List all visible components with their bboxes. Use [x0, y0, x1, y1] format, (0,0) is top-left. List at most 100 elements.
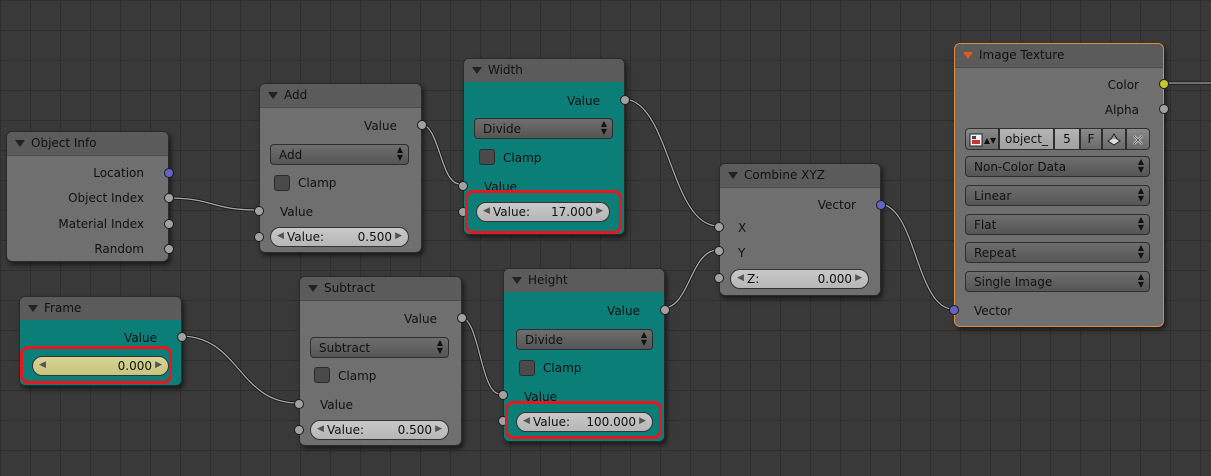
node-header[interactable]: Width — [464, 59, 624, 83]
decrement-arrow-icon[interactable]: ◀ — [317, 424, 324, 434]
input-value-label: Value — [320, 398, 353, 412]
clamp-label: Clamp — [338, 369, 377, 383]
operation-dropdown[interactable]: Subtract ▲ ▼ — [310, 337, 449, 358]
interpolation-dropdown[interactable]: Linear ▲ ▼ — [965, 185, 1150, 206]
output-socket-color[interactable] — [1159, 79, 1169, 89]
link-width-x — [622, 97, 719, 228]
link-frame-subtract — [179, 334, 299, 405]
extension-value: Repeat — [974, 246, 1017, 260]
output-socket-location[interactable] — [164, 168, 174, 178]
clamp-checkbox[interactable] — [519, 360, 535, 376]
dropdown-arrows-icon: ▲ ▼ — [396, 145, 403, 162]
output-socket-object-index[interactable] — [164, 193, 174, 203]
source-dropdown[interactable]: Single Image ▲ ▼ — [965, 271, 1150, 292]
clamp-checkbox[interactable] — [274, 175, 290, 191]
output-socket-vector[interactable] — [876, 200, 886, 210]
node-title: Image Texture — [979, 48, 1065, 62]
color-space-value: Non-Color Data — [974, 160, 1067, 174]
image-texture-node[interactable]: Image Texture Color Alpha ▲▼ object_ 5 F — [949, 43, 1169, 327]
output-socket-value[interactable] — [177, 332, 187, 342]
subtract-value-field[interactable]: ◀ Value: 0.500 ▶ — [310, 420, 449, 440]
output-random-label: Random — [94, 242, 144, 256]
add-node[interactable]: Add Value Add ▲ ▼ Clamp Value ◀ Value: 0.… — [254, 83, 427, 253]
node-title: Frame — [44, 301, 82, 315]
input-socket-value-1[interactable] — [498, 390, 508, 400]
add-value-field[interactable]: ◀ Value: 0.500 ▶ — [270, 227, 409, 247]
input-socket-y[interactable] — [714, 246, 724, 256]
collapse-arrow-icon[interactable] — [512, 277, 522, 284]
clamp-checkbox[interactable] — [314, 367, 330, 383]
object-info-node[interactable]: Object Info Location Object Index Materi… — [6, 131, 174, 262]
operation-value: Divide — [483, 122, 522, 136]
decrement-arrow-icon[interactable]: ◀ — [737, 273, 744, 283]
node-header[interactable]: Combine XYZ — [720, 164, 880, 188]
projection-dropdown[interactable]: Flat ▲ ▼ — [965, 214, 1150, 235]
operation-dropdown[interactable]: Divide ▲ ▼ — [474, 118, 613, 139]
operation-dropdown[interactable]: Add ▲ ▼ — [270, 144, 409, 165]
collapse-arrow-icon[interactable] — [472, 67, 482, 74]
link-objectindex-add — [166, 196, 259, 212]
node-title: Subtract — [324, 281, 376, 295]
collapse-arrow-icon[interactable] — [268, 92, 278, 99]
frame-value-highlight — [20, 346, 172, 384]
image-icon — [969, 133, 983, 146]
output-socket-value[interactable] — [457, 313, 467, 323]
color-space-dropdown[interactable]: Non-Color Data ▲ ▼ — [965, 156, 1150, 177]
operation-value: Add — [279, 148, 303, 162]
increment-arrow-icon[interactable]: ▶ — [395, 231, 402, 241]
input-socket-value-1[interactable] — [458, 181, 468, 191]
collapse-arrow-icon[interactable] — [728, 172, 738, 179]
combine-xyz-node[interactable]: Combine XYZ Vector X Y ◀ Z: 0.000 ▶ — [714, 163, 886, 296]
node-header[interactable]: Image Texture — [955, 44, 1163, 68]
node-header[interactable]: Add — [260, 84, 421, 108]
image-name-field[interactable]: object_ — [999, 128, 1054, 150]
extension-dropdown[interactable]: Repeat ▲ ▼ — [965, 242, 1150, 263]
input-socket-value-2[interactable] — [294, 425, 304, 435]
dropdown-arrows-icon: ▲ ▼ — [1137, 157, 1144, 174]
image-browse-button[interactable]: ▲▼ — [965, 128, 999, 150]
output-color-label: Color — [1107, 78, 1139, 92]
collapse-arrow-icon[interactable] — [963, 52, 973, 59]
input-socket-vector[interactable] — [949, 305, 959, 315]
operation-dropdown[interactable]: Divide ▲ ▼ — [516, 329, 653, 350]
increment-arrow-icon[interactable]: ▶ — [435, 424, 442, 434]
image-users-count[interactable]: 5 — [1054, 128, 1080, 150]
input-socket-z[interactable] — [714, 273, 724, 283]
close-icon — [1133, 134, 1143, 145]
node-title: Add — [284, 88, 308, 102]
subtract-node[interactable]: Subtract Value Subtract ▲ ▼ Clamp Value ◀… — [294, 276, 467, 446]
output-alpha-label: Alpha — [1104, 103, 1139, 117]
output-location-label: Location — [93, 166, 144, 180]
decrement-arrow-icon[interactable]: ◀ — [277, 231, 284, 241]
input-socket-value-1[interactable] — [294, 399, 304, 409]
increment-arrow-icon[interactable]: ▶ — [855, 273, 862, 283]
fake-user-button[interactable]: F — [1080, 128, 1102, 150]
node-header[interactable]: Height — [504, 269, 664, 293]
input-socket-value-1[interactable] — [254, 206, 264, 216]
output-socket-value[interactable] — [620, 95, 630, 105]
output-socket-value[interactable] — [417, 120, 427, 130]
collapse-arrow-icon[interactable] — [28, 305, 38, 312]
clamp-checkbox[interactable] — [479, 149, 495, 165]
output-socket-alpha[interactable] — [1159, 104, 1169, 114]
unlink-image-button[interactable] — [1126, 128, 1150, 150]
input-socket-value-2[interactable] — [254, 232, 264, 242]
output-socket-value[interactable] — [660, 305, 670, 315]
collapse-arrow-icon[interactable] — [308, 285, 318, 292]
node-header[interactable]: Subtract — [300, 277, 461, 301]
clamp-label: Clamp — [503, 151, 542, 165]
output-socket-material-index[interactable] — [164, 219, 174, 229]
z-value-field[interactable]: ◀ Z: 0.000 ▶ — [730, 269, 869, 289]
node-header[interactable]: Object Info — [7, 132, 168, 156]
collapse-arrow-icon[interactable] — [15, 140, 25, 147]
field-label: Value: — [327, 423, 364, 437]
node-header[interactable]: Frame — [20, 297, 181, 321]
input-socket-x[interactable] — [714, 222, 724, 232]
clamp-label: Clamp — [543, 361, 582, 375]
output-socket-random[interactable] — [164, 244, 174, 254]
interpolation-value: Linear — [974, 189, 1012, 203]
output-object-index-label: Object Index — [68, 191, 144, 205]
image-selector[interactable]: ▲▼ object_ 5 F — [965, 128, 1150, 150]
width-value-highlight — [465, 190, 622, 234]
pack-image-button[interactable] — [1102, 128, 1126, 150]
